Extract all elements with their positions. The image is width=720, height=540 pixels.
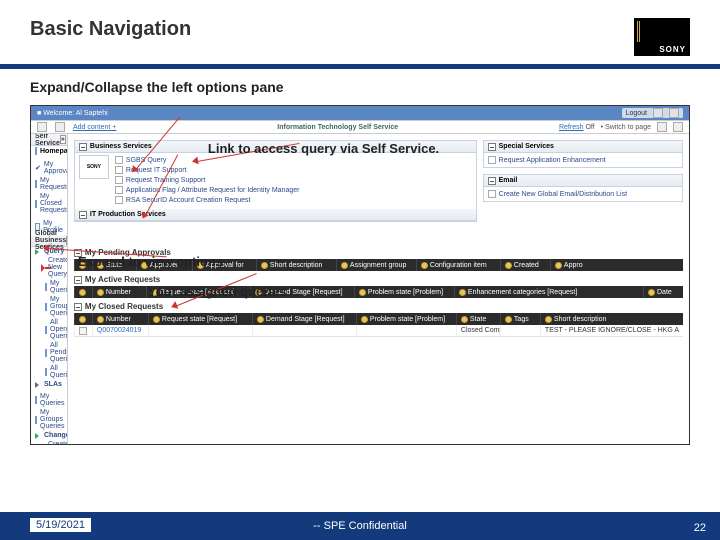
table-title-active: My Active Requests — [74, 275, 683, 284]
refresh-link[interactable]: Refresh — [559, 124, 584, 131]
arrow-head-icon — [191, 157, 198, 166]
bell-icon[interactable] — [657, 122, 667, 132]
panel-business-services: Business Services SONY SGBS Query Reques… — [74, 140, 477, 222]
sidebar-item-my-groups-queries-2[interactable]: My Groups Queries — [31, 408, 67, 431]
logout-link[interactable]: Logout — [626, 110, 647, 117]
row-number[interactable]: Q0070024019 — [92, 325, 148, 336]
switch-page-link[interactable]: Switch to page — [605, 124, 651, 131]
sony-logo-text: SONY — [659, 45, 686, 54]
table-header-closed: Number Request state [Request] Demand St… — [74, 313, 683, 325]
sidebar-item-all-pending-queries[interactable]: All Pending Queries — [31, 341, 67, 364]
slide-footer: -- SPE Confidential 22 — [0, 512, 720, 540]
collapse-icon-2[interactable] — [79, 211, 87, 219]
sony-logo: SONY — [634, 18, 690, 56]
collapse-icon-4[interactable] — [488, 177, 496, 185]
panel-header-special[interactable]: Special Services — [484, 141, 682, 153]
gear-icon[interactable] — [79, 289, 86, 296]
slide-title: Basic Navigation — [30, 18, 191, 41]
sidebar-item-my-groups-queries[interactable]: My Groups Queries — [31, 295, 67, 318]
collapse-icon-3[interactable] — [488, 143, 496, 151]
gear-icon[interactable] — [79, 316, 86, 323]
footer-date: 5/19/2021 — [30, 518, 91, 532]
sidebar-item-create-new-query[interactable]: Create New Query — [31, 256, 67, 279]
collapse-icon[interactable] — [79, 143, 87, 151]
sidebar-item-homepage[interactable]: Homepage — [31, 146, 67, 156]
footer-confidential: -- SPE Confidential — [14, 520, 706, 532]
panel-special-services: Special Services Request Application Enh… — [483, 140, 683, 168]
svc-training-support[interactable]: Request Training Support — [115, 175, 472, 185]
add-content-link[interactable]: Add content + — [73, 124, 116, 131]
welcome-text: ■ Welcome: Al Saptehi — [37, 110, 108, 117]
sidebar-item-create-new-change[interactable]: Create New — [31, 440, 67, 444]
sidebar-tree-change[interactable]: Change — [31, 431, 67, 440]
arrow-head-icon — [43, 244, 50, 252]
table-header-active: Number Request state [Request] Demand St… — [74, 286, 683, 298]
app-sub-bar: Add content + Information Technology Sel… — [31, 120, 689, 134]
row-short-description: TEST - PLEASE IGNORE/CLOSE - HKG A — [540, 325, 683, 336]
screenshot-container: ■ Welcome: Al Saptehi Logout Add content… — [30, 105, 690, 445]
sony-pictures-chip: SONY — [79, 155, 109, 179]
toolbar-icon-2[interactable] — [669, 108, 679, 118]
panel-header-it-production[interactable]: IT Production Services — [75, 209, 476, 221]
table-row[interactable]: Q0070024019 Closed Complete TEST - PLEAS… — [74, 325, 683, 337]
sidebar-item-my-queries-2[interactable]: My Queries — [31, 392, 67, 408]
sidebar-tree-slas[interactable]: SLAs — [31, 380, 67, 389]
svc-request-enhancement[interactable]: Request Application Enhancement — [488, 155, 678, 165]
gear-icon[interactable] — [79, 262, 86, 269]
panel-email: Email Create New Global Email/Distributi… — [483, 174, 683, 202]
page-title: Information Technology Self Service — [277, 124, 398, 131]
sidebar-collapse-toggle-2[interactable] — [55, 122, 65, 132]
group-collapse-button[interactable]: » — [60, 135, 66, 144]
sidebar-item-my-requests[interactable]: My Requests — [31, 176, 67, 192]
sidebar-item-my-approvals[interactable]: ✔ My Approvals — [31, 160, 67, 176]
footer-page-number: 22 — [694, 522, 706, 534]
svc-sgbs-query[interactable]: SGBS Query — [115, 155, 472, 165]
svc-global-email-list[interactable]: Create New Global Email/Distribution Lis… — [488, 189, 678, 199]
svc-app-flag[interactable]: Application Flag / Attribute Request for… — [115, 185, 472, 195]
sidebar-item-all-open-queries[interactable]: All Open Queries — [31, 318, 67, 341]
slide-subtitle: Expand/Collapse the left options pane — [30, 79, 690, 95]
table-header-pending: State Approver Approval for Short descri… — [74, 259, 683, 271]
sidebar-item-my-closed-requests[interactable]: My Closed Requests — [31, 192, 67, 215]
row-state: Closed Complete — [456, 325, 500, 336]
app-top-bar: ■ Welcome: Al Saptehi Logout — [31, 106, 689, 120]
refresh-state: Off — [585, 124, 594, 131]
left-options-pane: Self Service » Homepage ✔ My Approvals M… — [31, 134, 68, 444]
toolbar-icon-1[interactable] — [653, 108, 663, 118]
table-title-closed: My Closed Requests — [74, 302, 683, 311]
svc-rsa[interactable]: RSA SecurID Account Creation Request — [115, 195, 472, 205]
edit-row-icon[interactable] — [79, 327, 87, 335]
main-content: Business Services SONY SGBS Query Reques… — [68, 134, 689, 444]
sidebar-collapse-toggle[interactable] — [37, 122, 47, 132]
sidebar-item-all-queries[interactable]: All Queries — [31, 364, 67, 380]
gear-icon[interactable] — [673, 122, 683, 132]
panel-header-email[interactable]: Email — [484, 175, 682, 187]
sidebar-item-my-queries[interactable]: My Queries — [31, 279, 67, 295]
sidebar-group-self-service[interactable]: Self Service » — [31, 134, 67, 146]
